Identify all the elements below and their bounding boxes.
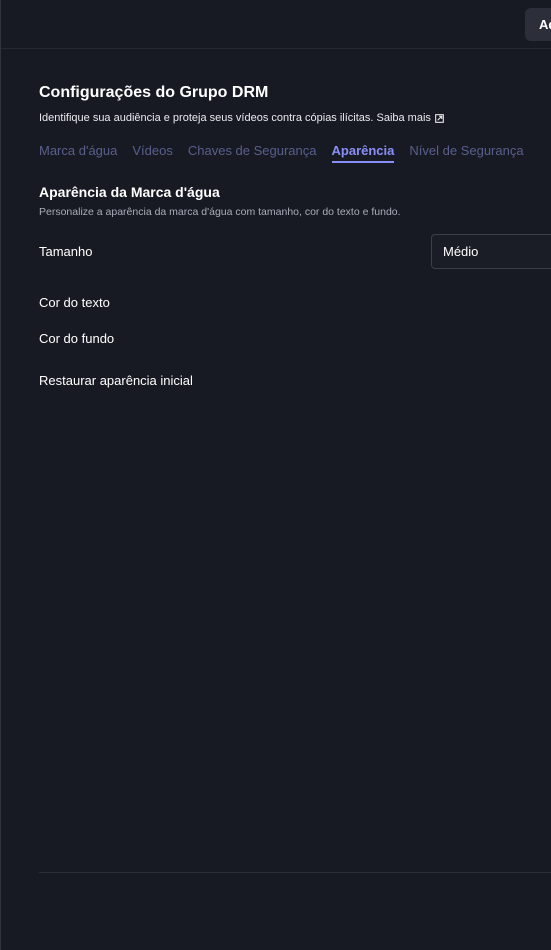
settings-page: Ad Configurações do Grupo DRM Identifiqu… — [0, 0, 551, 950]
page-title: Configurações do Grupo DRM — [39, 84, 269, 101]
tab-security-level[interactable]: Nível de Segurança — [409, 143, 523, 162]
settings-tabs: Marca d'água Vídeos Chaves de Segurança … — [39, 143, 539, 163]
tab-appearance[interactable]: Aparência — [331, 143, 394, 163]
section-description: Personalize a aparência da marca d'água … — [39, 206, 401, 218]
subtitle-text: Identifique sua audiência e proteja seus… — [39, 112, 374, 124]
top-action-button[interactable]: Ad — [525, 8, 551, 41]
bottom-divider — [39, 872, 551, 873]
tab-security-keys[interactable]: Chaves de Segurança — [188, 143, 317, 162]
page-subtitle: Identifique sua audiência e proteja seus… — [39, 112, 444, 124]
learn-more-label: Saiba mais — [376, 112, 431, 124]
learn-more-link[interactable]: Saiba mais — [376, 112, 444, 124]
tab-watermark[interactable]: Marca d'água — [39, 143, 117, 162]
tab-videos[interactable]: Vídeos — [132, 143, 172, 162]
size-label: Tamanho — [39, 244, 93, 259]
background-color-label: Cor do fundo — [39, 331, 115, 346]
section-title: Aparência da Marca d'água — [39, 184, 220, 200]
top-bar: Ad — [1, 0, 551, 49]
size-select[interactable]: Médio — [431, 234, 551, 269]
reset-appearance-link[interactable]: Restaurar aparência inicial — [39, 373, 193, 388]
text-color-label: Cor do texto — [39, 295, 110, 310]
external-link-icon — [435, 113, 444, 123]
